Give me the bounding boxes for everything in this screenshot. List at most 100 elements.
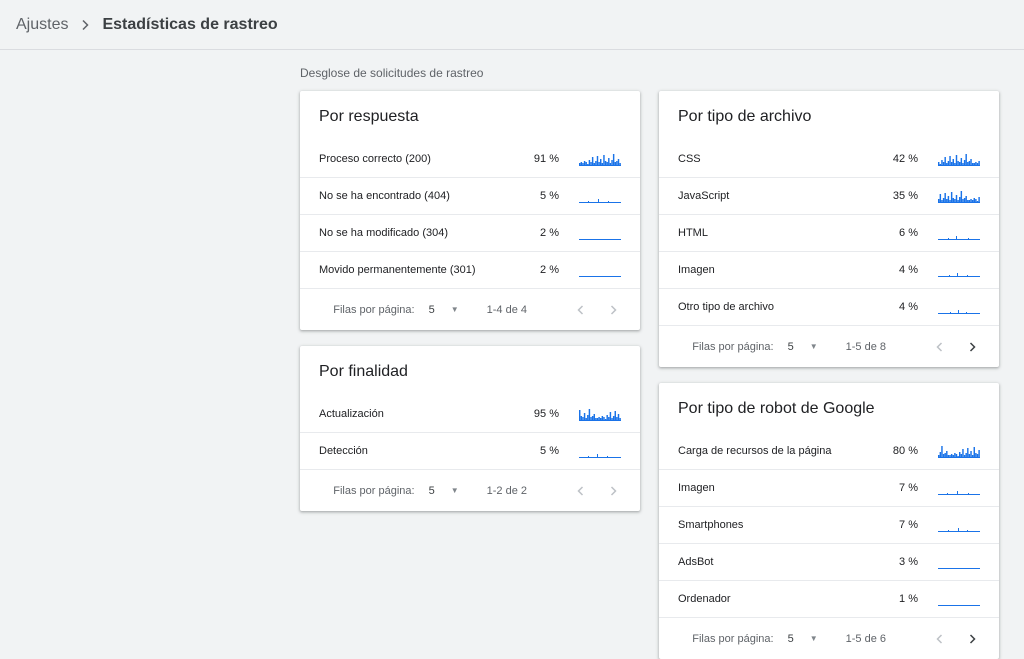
row-percentage: 5 %: [540, 445, 559, 457]
card-por-tipo-de-robot: Por tipo de robot de Google Carga de recu…: [659, 383, 999, 659]
row-label: Carga de recursos de la página: [678, 445, 832, 457]
row-label: Movido permanentemente (301): [319, 264, 476, 276]
row-label: Actualización: [319, 408, 384, 420]
rows-per-page-label: Filas por página:: [333, 303, 415, 316]
table-row: Otro tipo de archivo 4 %: [659, 289, 999, 326]
row-label: JavaScript: [678, 190, 730, 202]
card-title: Por finalidad: [319, 363, 408, 380]
pagination-footer: Filas por página: 5 ▼ 1-4 de 4: [300, 289, 640, 330]
table-row: No se ha modificado (304) 2 %: [300, 215, 640, 252]
rows-per-page-label: Filas por página:: [692, 340, 774, 353]
chevron-right-icon: [969, 341, 976, 352]
sparkline: [938, 273, 980, 277]
card-por-tipo-de-archivo: Por tipo de archivo CSS 42 % JavaScript 35 %…: [659, 91, 999, 367]
row-percentage: 7 %: [899, 482, 918, 494]
chevron-right-icon: [610, 304, 617, 315]
chevron-left-icon: [577, 485, 584, 496]
next-page-button[interactable]: [964, 631, 980, 647]
table-row: Imagen 7 %: [659, 470, 999, 507]
sparkline: [938, 446, 980, 458]
rows-per-page-select[interactable]: 5 ▼: [788, 341, 846, 353]
row-percentage: 80 %: [892, 445, 918, 457]
previous-page-button[interactable]: [573, 302, 589, 318]
chevron-right-icon: [610, 485, 617, 496]
previous-page-button[interactable]: [932, 339, 948, 355]
sparkline: [938, 154, 980, 166]
previous-page-button[interactable]: [573, 483, 589, 499]
previous-page-button[interactable]: [932, 631, 948, 647]
chevron-left-icon: [936, 341, 943, 352]
row-label: No se ha encontrado (404): [319, 190, 450, 202]
row-label: AdsBot: [678, 556, 714, 568]
table-row: AdsBot 3 %: [659, 544, 999, 581]
row-percentage: 91 %: [533, 153, 559, 165]
row-label: Ordenador: [678, 593, 731, 605]
row-percentage: 4 %: [899, 264, 918, 276]
chevron-left-icon: [936, 633, 943, 644]
row-percentage: 3 %: [899, 556, 918, 568]
rows-per-page-select[interactable]: 5 ▼: [429, 485, 487, 497]
table-row: CSS 42 %: [659, 141, 999, 178]
rows-per-page-select[interactable]: 5 ▼: [788, 633, 846, 645]
table-row: No se ha encontrado (404) 5 %: [300, 178, 640, 215]
breadcrumb-root-ajustes[interactable]: Ajustes: [16, 16, 68, 34]
pagination-footer: Filas por página: 5 ▼ 1-2 de 2: [300, 470, 640, 511]
rows-per-page-value: 5: [787, 340, 794, 353]
row-label: Smartphones: [678, 519, 744, 531]
sparkline: [938, 236, 980, 240]
row-label: Otro tipo de archivo: [678, 301, 774, 313]
row-percentage: 7 %: [899, 519, 918, 531]
table-row: Smartphones 7 %: [659, 507, 999, 544]
caret-down-icon: ▼: [450, 486, 459, 495]
rows-per-page-select[interactable]: 5 ▼: [429, 304, 487, 316]
table-row: Carga de recursos de la página 80 %: [659, 433, 999, 470]
table-row: Actualización 95 %: [300, 396, 640, 433]
row-percentage: 2 %: [540, 264, 559, 276]
row-percentage: 35 %: [892, 190, 918, 202]
row-label: No se ha modificado (304): [319, 227, 449, 239]
caret-down-icon: ▼: [809, 342, 818, 351]
table-row: Imagen 4 %: [659, 252, 999, 289]
row-label: Imagen: [678, 482, 715, 494]
page-title: Estadísticas de rastreo: [102, 15, 278, 33]
sparkline: [938, 310, 980, 314]
table-row: Detección 5 %: [300, 433, 640, 470]
breadcrumb: Ajustes Estadísticas de rastreo: [0, 0, 1024, 50]
chevron-right-icon: [80, 19, 90, 31]
row-label: CSS: [678, 153, 701, 165]
row-label: HTML: [678, 227, 708, 239]
card-title: Por tipo de robot de Google: [678, 400, 875, 417]
rows-per-page-value: 5: [787, 632, 794, 645]
rows-per-page-label: Filas por página:: [333, 484, 415, 497]
rows-per-page-value: 5: [428, 303, 435, 316]
row-percentage: 6 %: [899, 227, 918, 239]
table-row: Movido permanentemente (301) 2 %: [300, 252, 640, 289]
table-row: Proceso correcto (200) 91 %: [300, 141, 640, 178]
next-page-button[interactable]: [964, 339, 980, 355]
next-page-button[interactable]: [605, 302, 621, 318]
sparkline: [579, 409, 621, 421]
next-page-button[interactable]: [605, 483, 621, 499]
sparkline: [938, 191, 980, 203]
pagination-footer: Filas por página: 5 ▼ 1-5 de 6: [659, 618, 999, 659]
row-percentage: 5 %: [540, 190, 559, 202]
card-por-respuesta: Por respuesta Proceso correcto (200) 91 % N…: [300, 91, 640, 330]
row-percentage: 1 %: [899, 593, 918, 605]
pagination-range: 1-5 de 6: [845, 632, 886, 645]
sparkline: [579, 199, 621, 203]
row-percentage: 95 %: [533, 408, 559, 420]
caret-down-icon: ▼: [450, 305, 459, 314]
rows-per-page-value: 5: [428, 484, 435, 497]
pagination-range: 1-5 de 8: [845, 340, 886, 353]
sparkline: [579, 276, 621, 277]
row-label: Detección: [319, 445, 368, 457]
pagination-footer: Filas por página: 5 ▼ 1-5 de 8: [659, 326, 999, 367]
table-row: HTML 6 %: [659, 215, 999, 252]
caret-down-icon: ▼: [809, 634, 818, 643]
chevron-left-icon: [577, 304, 584, 315]
rows-per-page-label: Filas por página:: [692, 632, 774, 645]
sparkline: [579, 154, 621, 166]
row-label: Proceso correcto (200): [319, 153, 431, 165]
chevron-right-icon: [969, 633, 976, 644]
sparkline: [938, 491, 980, 495]
